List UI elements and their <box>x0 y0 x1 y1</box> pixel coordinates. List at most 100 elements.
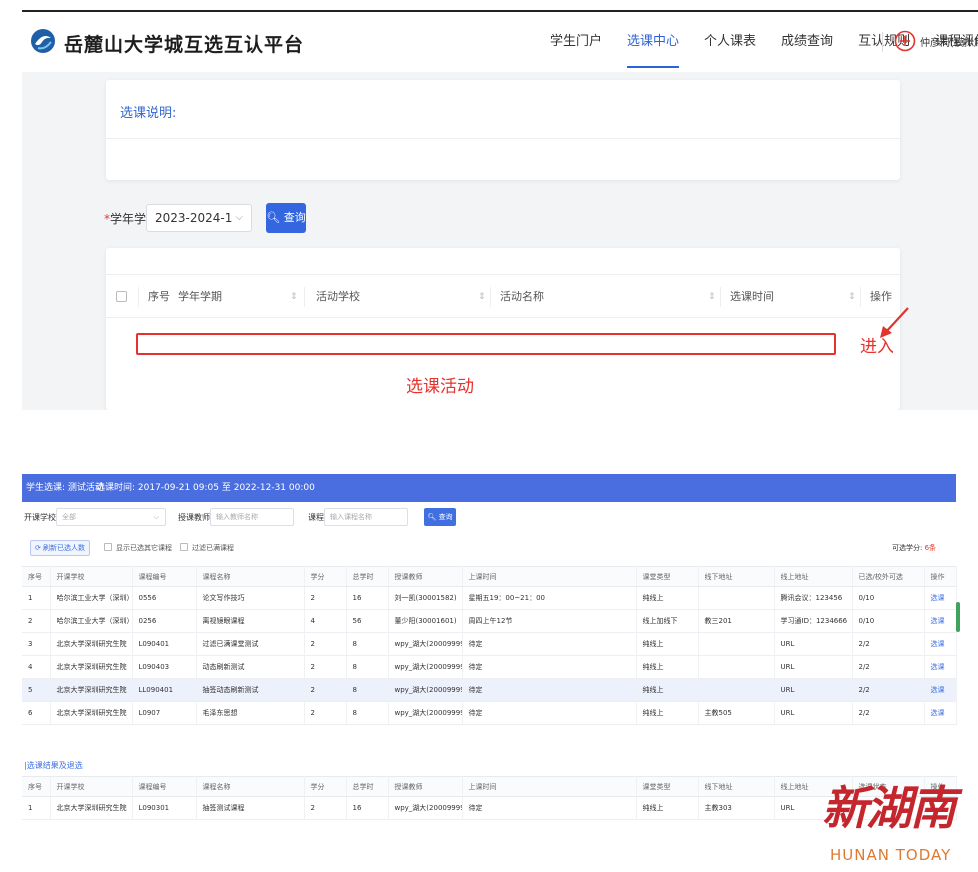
university-logo-icon <box>31 29 55 53</box>
table-cell: 哈尔滨工业大学（深圳） <box>50 609 133 633</box>
table-cell <box>698 632 775 656</box>
filter-full-courses-checkbox[interactable]: 过滤已满课程 <box>180 543 234 553</box>
hunan-today-watermark: 新湖南 HUNAN TODAY <box>818 772 978 872</box>
column-separator <box>304 287 305 307</box>
table-cell: 纯线上 <box>636 632 699 656</box>
column-separator <box>720 287 721 307</box>
column-separator <box>490 287 491 307</box>
notice-title: 选课说明: <box>120 106 177 121</box>
table-row: 1 哈尔滨工业大学（深圳） 0556 论文写作技巧 2 16 刘一凯(30001582) 星期… <box>22 586 957 610</box>
course-filter-label: 课程 <box>308 513 324 522</box>
column-header: 总学时 <box>346 566 389 587</box>
column-header: 课程名称 <box>196 776 305 797</box>
sort-icon[interactable]: ⇕ <box>290 275 298 319</box>
nav-grade-query[interactable]: 成绩查询 <box>781 12 833 72</box>
table-cell: wpy_湖大(20009999) <box>388 655 463 679</box>
nav-divider <box>882 32 883 52</box>
annotation-enter: 进入 <box>860 337 894 357</box>
school-select[interactable]: 全部 ⌵ <box>56 508 166 526</box>
column-header: 课堂类型 <box>636 776 699 797</box>
brand-title: 岳麓山大学城互选互认平台 <box>64 34 305 56</box>
notice-divider <box>106 138 900 139</box>
column-header: 操作 <box>924 566 957 587</box>
course-filter-row: 开课学校 全部 ⌵ 授课教师 输入教师名称 课程 输入课程名称 🔍︎ 查询 <box>22 508 956 532</box>
select-course-link[interactable]: 选课 <box>924 678 957 702</box>
table-cell: 0556 <box>132 586 197 610</box>
table-cell: 8 <box>346 701 389 725</box>
table-cell: 8 <box>346 655 389 679</box>
show-other-courses-checkbox[interactable]: 显示已选其它课程 <box>104 543 172 553</box>
table-cell: 2 <box>304 701 347 725</box>
course-input[interactable]: 输入课程名称 <box>324 508 408 526</box>
column-separator <box>138 287 139 307</box>
watermark-cn: 新湖南 <box>822 781 956 835</box>
table-cell: 5 <box>22 678 51 702</box>
table-cell: 2 <box>304 586 347 610</box>
table-cell: 2 <box>304 796 347 820</box>
column-header: 授课教师 <box>388 566 463 587</box>
sort-icon[interactable]: ⇕ <box>478 275 486 319</box>
table-cell: 3 <box>22 632 51 656</box>
table-cell: 待定 <box>462 796 637 820</box>
table-cell: 北京大学深圳研究生院 <box>50 655 133 679</box>
table-cell: 星期五19：00~21：00 <box>462 586 637 610</box>
term-select-value: 2023-2024-1 <box>155 211 233 225</box>
select-all-checkbox[interactable] <box>116 291 127 302</box>
col-selection-time[interactable]: 选课时间 <box>730 275 774 319</box>
column-header: 上课时间 <box>462 776 637 797</box>
user-name[interactable]: 仲彦同(模拟用户) <box>920 34 978 49</box>
column-header: 课程名称 <box>196 566 305 587</box>
teacher-input[interactable]: 输入教师名称 <box>210 508 294 526</box>
table-cell <box>698 586 775 610</box>
available-credit: 可选学分: 6条 <box>892 544 937 552</box>
result-section-title: |选课结果及退选 <box>24 761 83 770</box>
select-course-link[interactable]: 选课 <box>924 701 957 725</box>
user-avatar-icon[interactable] <box>894 30 916 52</box>
table-cell: 主教505 <box>698 701 775 725</box>
table-cell: 0/10 <box>852 586 925 610</box>
table-cell: 刘一凯(30001582) <box>388 586 463 610</box>
nav-student-portal[interactable]: 学生门户 <box>550 12 602 72</box>
column-header: 开课学校 <box>50 776 133 797</box>
column-header: 上课时间 <box>462 566 637 587</box>
col-activity-name[interactable]: 活动名称 <box>500 275 544 319</box>
table-cell: 抽签动态刷新测试 <box>196 678 305 702</box>
watermark-en: HUNAN TODAY <box>830 846 952 864</box>
table-cell: 离视镜眼课程 <box>196 609 305 633</box>
table-cell: 待定 <box>462 678 637 702</box>
highlighted-activity-row[interactable] <box>136 333 836 355</box>
nav-course-center[interactable]: 选课中心 <box>627 12 680 72</box>
column-header: 授课教师 <box>388 776 463 797</box>
table-cell: 教三201 <box>698 609 775 633</box>
select-course-link[interactable]: 选课 <box>924 655 957 679</box>
select-course-link[interactable]: 选课 <box>924 609 957 633</box>
course-query-button[interactable]: 🔍︎ 查询 <box>424 508 456 526</box>
table-cell: 2 <box>304 632 347 656</box>
column-header: 已选/校外可选 <box>852 566 925 587</box>
term-query-button[interactable]: 🔍︎ 查询 <box>266 203 306 233</box>
refresh-count-button[interactable]: ⟳ 刷新已选人数 <box>30 540 90 556</box>
sort-icon[interactable]: ⇕ <box>848 275 856 319</box>
nav-personal-timetable[interactable]: 个人课表 <box>704 12 756 72</box>
table-cell: 2 <box>22 609 51 633</box>
table-cell: L090401 <box>132 632 197 656</box>
table-cell: 哈尔滨工业大学（深圳） <box>50 586 133 610</box>
table-cell: 2/2 <box>852 678 925 702</box>
table-cell: 4 <box>304 609 347 633</box>
table-cell: 8 <box>346 678 389 702</box>
sort-icon[interactable]: ⇕ <box>708 275 716 319</box>
table-cell: 56 <box>346 609 389 633</box>
table-scrollbar[interactable] <box>956 602 960 632</box>
table-cell: 北京大学深圳研究生院 <box>50 632 133 656</box>
column-header: 学分 <box>304 776 347 797</box>
table-cell: URL <box>774 655 853 679</box>
select-course-link[interactable]: 选课 <box>924 632 957 656</box>
site-header: 岳麓山大学城互选互认平台 学生门户 选课中心 个人课表 成绩查询 互认规则 课程… <box>22 12 978 72</box>
col-school[interactable]: 活动学校 <box>316 275 360 319</box>
col-term[interactable]: 学年学期 <box>178 275 222 319</box>
term-select[interactable]: 2023-2024-1 ⌵ <box>146 204 252 232</box>
course-table-header: 序号 开课学校 课程编号 课程名称 学分 总学时 授课教师 上课时间 课堂类型 线下地址 线上地址已… <box>22 566 957 587</box>
select-course-link[interactable]: 选课 <box>924 586 957 610</box>
table-cell: 纯线上 <box>636 701 699 725</box>
search-icon: 🔍︎ <box>427 513 437 521</box>
